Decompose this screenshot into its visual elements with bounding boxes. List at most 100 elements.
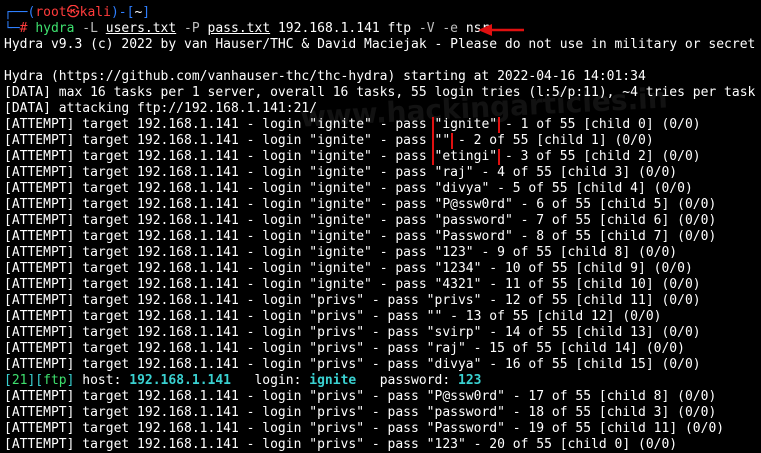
attempt-line: [ATTEMPT] target 192.168.1.141 - login "… [4, 437, 761, 453]
attempt-login: "ignite" [309, 117, 372, 132]
attempt-prefix: [ATTEMPT] target 192.168.1.141 - login [4, 229, 310, 244]
skull-icon: ㉿ [66, 5, 80, 20]
cmd-flag-L: -L [82, 21, 98, 36]
attempt-line: [ATTEMPT] target 192.168.1.141 - login "… [4, 117, 761, 133]
attempt-rest: - 15 of 55 [child 14] (0/0) [465, 341, 685, 356]
attempt-pass: "123" [426, 437, 466, 452]
attempt-pass-label: - pass [371, 197, 435, 212]
attempt-pass-label: - pass [364, 309, 427, 324]
found-service: ftp [43, 373, 67, 388]
attempt-login: "privs" [309, 309, 365, 324]
attempt-login: "privs" [309, 325, 365, 340]
attempt-prefix: [ATTEMPT] target 192.168.1.141 - login [4, 341, 310, 356]
attempt-line: [ATTEMPT] target 192.168.1.141 - login "… [4, 421, 761, 437]
attempt-line: [ATTEMPT] target 192.168.1.141 - login "… [4, 261, 761, 277]
attempt-prefix: [ATTEMPT] target 192.168.1.141 - login [4, 245, 310, 260]
attempt-pass-label: - pass [371, 229, 435, 244]
attempt-pass: "1234" [434, 261, 482, 276]
attempt-rest: - 19 of 55 [child 11] (0/0) [504, 421, 725, 436]
attempt-line: [ATTEMPT] target 192.168.1.141 - login "… [4, 293, 761, 309]
attempt-pass: "raj" [426, 341, 466, 356]
header-line [4, 53, 761, 69]
attempt-line: [ATTEMPT] target 192.168.1.141 - login "… [4, 405, 761, 421]
attempt-pass: "Password" [434, 229, 513, 244]
attempt-login: "privs" [309, 357, 365, 372]
prompt-user: root [35, 5, 67, 20]
attempt-prefix: [ATTEMPT] target 192.168.1.141 - login [4, 213, 310, 228]
attempt-prefix: [ATTEMPT] target 192.168.1.141 - login [4, 437, 310, 452]
prompt-bracket-open: ┌──( [4, 5, 36, 20]
attempt-line: [ATTEMPT] target 192.168.1.141 - login "… [4, 213, 761, 229]
attempt-login: "ignite" [309, 277, 372, 292]
attempts-bottom: [ATTEMPT] target 192.168.1.141 - login "… [4, 389, 761, 453]
prompt-line-top: ┌──(root㉿kali)-[~] [4, 5, 761, 21]
attempt-pass: "4321" [434, 277, 482, 292]
header-line: Hydra (https://github.com/vanhauser-thc/… [4, 69, 646, 84]
attempt-pass-label: - pass [364, 405, 427, 420]
attempt-rest: - 17 of 55 [child 8] (0/0) [504, 389, 717, 404]
found-host-label: host: [74, 373, 130, 388]
prompt-hash: # [19, 21, 28, 36]
attempt-pass-label: - pass [364, 325, 427, 340]
attempt-line: [ATTEMPT] target 192.168.1.141 - login "… [4, 133, 761, 149]
attempt-pass: "ignite" [431, 117, 501, 133]
attempt-pass-label: - pass [364, 357, 427, 372]
attempt-pass-label: - pass [371, 277, 435, 292]
attempt-pass: "Password" [426, 421, 505, 436]
attempt-line: [ATTEMPT] target 192.168.1.141 - login "… [4, 277, 761, 293]
found-port: 21 [11, 373, 28, 388]
attempt-pass: "" [431, 133, 454, 149]
attempt-pass: "password" [434, 213, 513, 228]
attempt-pass: "123" [434, 245, 474, 260]
attempt-rest: - 7 of 55 [child 6] (0/0) [512, 213, 717, 228]
found-credentials-line: [21][ftp] host: 192.168.1.141 login: ign… [4, 373, 482, 388]
attempt-login: "ignite" [309, 197, 372, 212]
attempt-pass: "password" [426, 405, 505, 420]
attempt-prefix: [ATTEMPT] target 192.168.1.141 - login [4, 261, 310, 276]
attempt-rest: - 18 of 55 [child 3] (0/0) [504, 405, 717, 420]
attempt-login: "ignite" [309, 165, 372, 180]
found-login: ignite [309, 373, 357, 388]
cmd-bin: hydra [35, 21, 75, 36]
attempt-pass-label: - pass [371, 261, 435, 276]
attempt-login: "ignite" [309, 181, 372, 196]
attempt-line: [ATTEMPT] target 192.168.1.141 - login "… [4, 149, 761, 165]
found-host: 192.168.1.141 [129, 373, 231, 388]
attempt-prefix: [ATTEMPT] target 192.168.1.141 - login [4, 357, 310, 372]
attempt-prefix: [ATTEMPT] target 192.168.1.141 - login [4, 117, 310, 132]
header-line: [DATA] max 16 tasks per 1 server, overal… [4, 85, 756, 100]
attempt-pass-label: - pass [371, 133, 435, 148]
attempt-pass-label: - pass [364, 389, 427, 404]
attempt-rest: - 9 of 55 [child 8] (0/0) [473, 245, 678, 260]
found-password-label: password: [356, 373, 458, 388]
command-line[interactable]: └─# hydra -L users.txt -P pass.txt 192.1… [4, 21, 761, 37]
attempt-pass-label: - pass [364, 341, 427, 356]
attempt-login: "ignite" [309, 261, 372, 276]
attempt-prefix: [ATTEMPT] target 192.168.1.141 - login [4, 405, 310, 420]
attempt-prefix: [ATTEMPT] target 192.168.1.141 - login [4, 133, 310, 148]
attempt-prefix: [ATTEMPT] target 192.168.1.141 - login [4, 325, 310, 340]
found-login-label: login: [231, 373, 310, 388]
attempt-rest: - 20 of 55 [child 0] (0/0) [465, 437, 678, 452]
attempt-prefix: [ATTEMPT] target 192.168.1.141 - login [4, 165, 310, 180]
attempt-prefix: [ATTEMPT] target 192.168.1.141 - login [4, 309, 310, 324]
attempt-rest: - 5 of 55 [child 4] (0/0) [489, 181, 693, 196]
attempt-pass-label: - pass [364, 437, 427, 452]
found-password: 123 [458, 373, 482, 388]
attempt-line: [ATTEMPT] target 192.168.1.141 - login "… [4, 341, 761, 357]
attempt-pass-label: - pass [371, 149, 435, 164]
attempt-rest: - 13 of 55 [child 12] (0/0) [442, 309, 662, 324]
terminal-output: ┌──(root㉿kali)-[~] └─# hydra -L users.tx… [4, 5, 761, 453]
attempt-rest: - 8 of 55 [child 7] (0/0) [512, 229, 717, 244]
attempt-pass: "privs" [426, 293, 482, 308]
prompt-bracket-close: ] [142, 5, 151, 20]
attempt-login: "privs" [309, 437, 365, 452]
attempt-login: "privs" [309, 421, 365, 436]
attempt-line: [ATTEMPT] target 192.168.1.141 - login "… [4, 181, 761, 197]
attempt-login: "privs" [309, 405, 365, 420]
attempt-pass: "P@ssw0rd" [426, 389, 505, 404]
attempt-rest: - 10 of 55 [child 9] (0/0) [481, 261, 693, 276]
attempt-rest: - 6 of 55 [child 5] (0/0) [512, 197, 717, 212]
header-lines: Hydra v9.3 (c) 2022 by van Hauser/THC & … [4, 37, 761, 117]
attempt-pass-label: - pass [364, 421, 427, 436]
